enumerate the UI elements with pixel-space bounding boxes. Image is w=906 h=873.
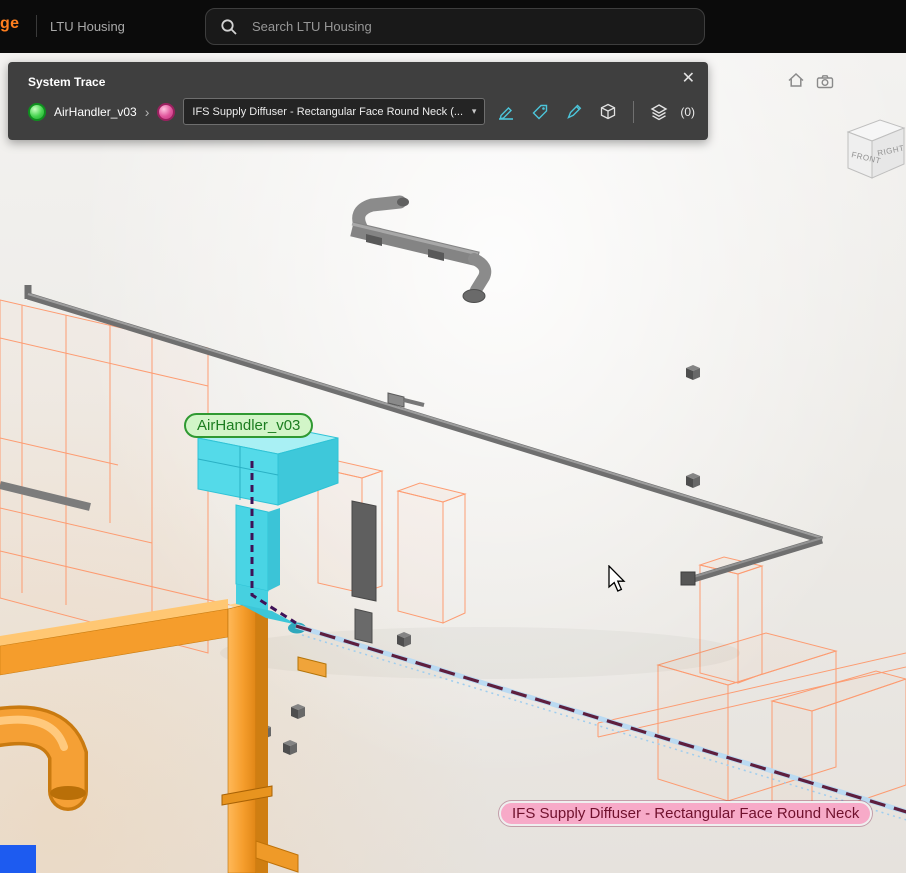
corner-selection-swatch: [0, 845, 36, 873]
layers-icon: [650, 103, 668, 120]
camera-icon[interactable]: [815, 72, 835, 92]
air-handler-label[interactable]: AirHandler_v03: [184, 413, 314, 438]
trace-style-button[interactable]: [493, 100, 519, 124]
panel-title: System Trace: [28, 75, 106, 89]
chevron-down-icon: ▾: [471, 106, 477, 116]
toolbar-separator: [633, 100, 635, 123]
tag-button[interactable]: [527, 100, 553, 124]
model-box-icon: [601, 103, 616, 119]
marker-button[interactable]: [561, 100, 587, 124]
target-pin-icon[interactable]: [157, 102, 176, 121]
model-box-button[interactable]: [595, 100, 621, 124]
trace-target-dropdown[interactable]: IFS Supply Diffuser - Rectangular Face R…: [183, 98, 486, 125]
project-name[interactable]: LTU Housing: [50, 19, 125, 34]
topbar-divider: [36, 15, 37, 37]
scene-canvas[interactable]: [0, 53, 906, 873]
search-input[interactable]: [250, 18, 690, 35]
floor-shadow: [220, 627, 740, 679]
trace-source-label: AirHandler_v03: [54, 104, 137, 119]
system-trace-panel: System Trace ✕ AirHandler_v03 › IFS Supp…: [8, 62, 708, 140]
chevron-right-icon: ›: [144, 103, 150, 120]
layers-count: (0): [680, 104, 696, 119]
home-icon[interactable]: [786, 70, 806, 90]
search-icon: [221, 18, 237, 35]
search-bar[interactable]: [205, 8, 705, 45]
pen-underline-icon: [499, 106, 514, 120]
layers-button[interactable]: [646, 100, 672, 124]
trace-controls-row: AirHandler_v03 › IFS Supply Diffuser - R…: [28, 98, 698, 125]
view-cube[interactable]: FRONT RIGHT: [838, 104, 906, 196]
duct-assembly[interactable]: [350, 195, 492, 303]
app-window: ge LTU Housing System Trace ✕ AirHandler…: [0, 0, 906, 873]
model-viewport[interactable]: [0, 53, 906, 873]
pen-icon: [567, 104, 582, 119]
dropdown-value: IFS Supply Diffuser - Rectangular Face R…: [192, 105, 464, 118]
diffuser-label[interactable]: IFS Supply Diffuser - Rectangular Face R…: [499, 801, 873, 826]
close-icon[interactable]: ✕: [682, 71, 695, 87]
top-bar: ge LTU Housing: [0, 0, 906, 53]
air-handler-model[interactable]: [197, 413, 339, 634]
tag-icon: [532, 104, 548, 119]
source-pin-icon[interactable]: [28, 102, 46, 121]
app-logo[interactable]: ge: [0, 15, 19, 33]
